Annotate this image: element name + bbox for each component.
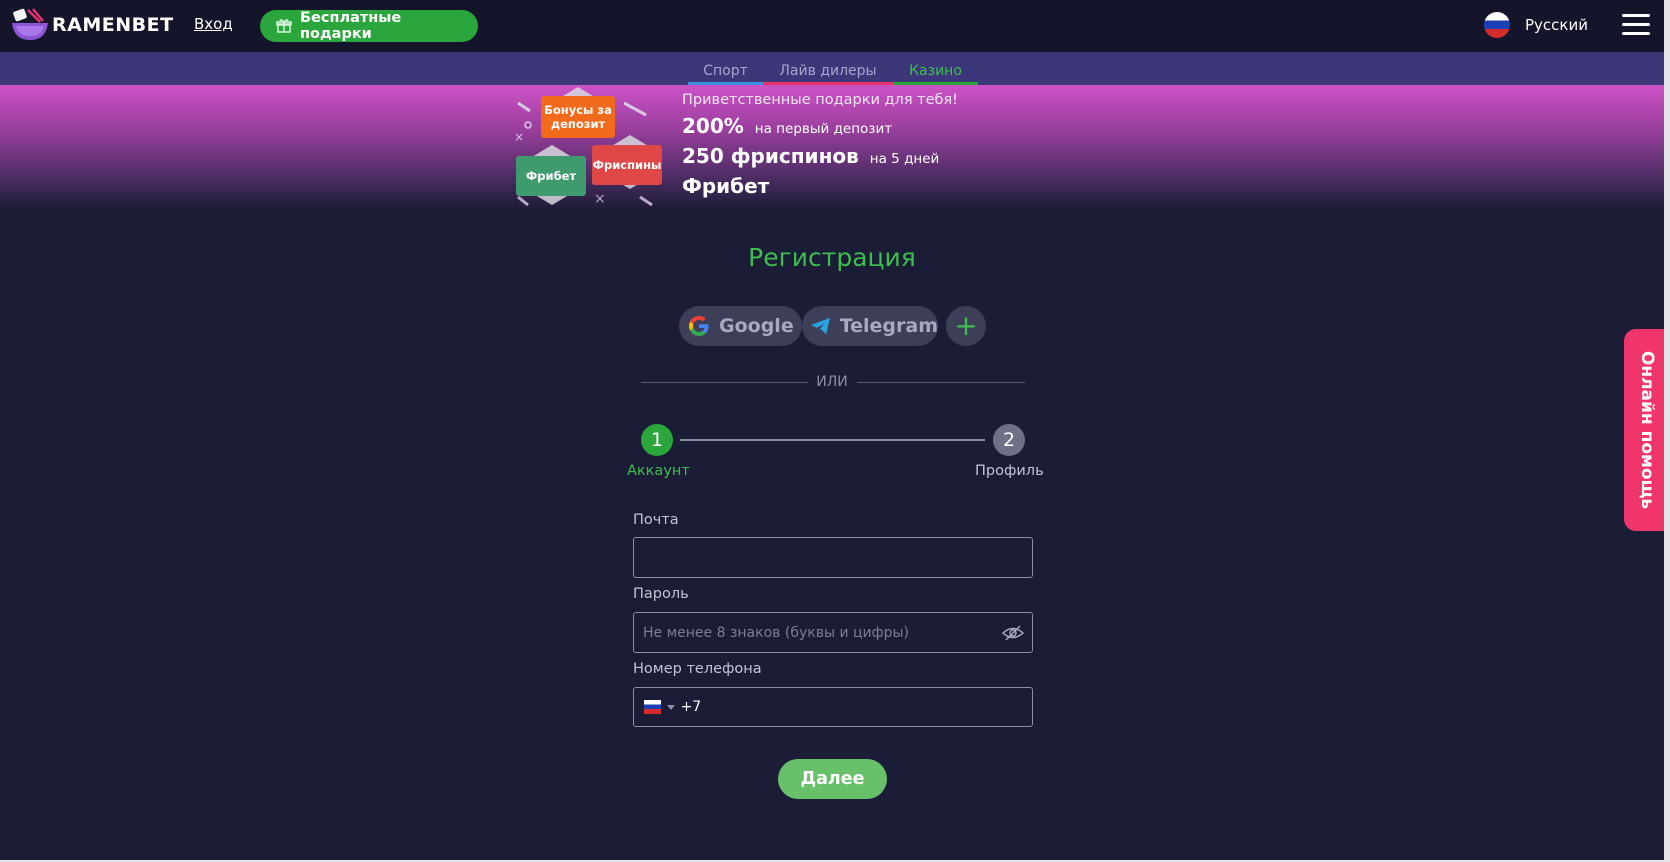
or-divider-right <box>857 382 1025 383</box>
tab-casino[interactable]: Казино <box>893 63 978 85</box>
login-link[interactable]: Вход <box>194 15 233 33</box>
page-scrollbar[interactable] <box>1664 0 1670 862</box>
eye-hidden-icon[interactable] <box>1002 624 1024 642</box>
phone-input[interactable] <box>701 688 1032 726</box>
banner-offer-2-value: 250 фриспинов <box>682 144 859 168</box>
step-2-circle: 2 <box>993 424 1025 456</box>
deposit-bonus-box: Бонусы за депозит <box>541 96 615 138</box>
email-input[interactable] <box>634 538 1032 577</box>
step-1-circle: 1 <box>641 424 673 456</box>
google-icon <box>689 316 709 336</box>
google-label: Google <box>719 315 794 337</box>
password-input[interactable] <box>634 613 1032 652</box>
banner-offer-3-value: Фрибет <box>682 174 770 198</box>
phone-country-code: +7 <box>680 699 702 715</box>
tab-live-dealers-label: Лайв дилеры <box>779 63 877 79</box>
chevron-down-icon[interactable] <box>666 704 675 710</box>
next-button[interactable]: Далее <box>778 759 887 799</box>
banner-offer-line-3: Фрибет <box>682 174 958 198</box>
telegram-login-button[interactable]: Telegram <box>802 306 938 346</box>
ramenbet-logo[interactable]: RAMENBET <box>10 8 174 42</box>
steps-connector <box>680 439 985 441</box>
bonus-graphic: × × Бонусы за депозит Фрибет Фриспины <box>512 85 662 210</box>
svg-text:×: × <box>594 191 606 207</box>
banner-offer-1-detail: на первый депозит <box>754 121 893 137</box>
logo-text: RAMENBET <box>52 14 174 36</box>
step-1-label: Аккаунт <box>627 463 690 479</box>
free-gifts-label: Бесплатные подарки <box>299 10 402 42</box>
telegram-label: Telegram <box>839 315 938 337</box>
password-label: Пароль <box>633 586 689 602</box>
more-socials-button[interactable]: + <box>946 306 986 346</box>
freebet-box: Фрибет <box>516 156 586 196</box>
tab-sport[interactable]: Спорт <box>688 63 763 85</box>
tab-live-dealers[interactable]: Лайв дилеры <box>763 63 893 85</box>
banner-offer-1-value: 200% <box>682 114 744 138</box>
banner-offer-2-detail: на 5 дней <box>869 151 940 167</box>
hamburger-menu-icon[interactable] <box>1622 14 1650 36</box>
phone-field[interactable]: +7 <box>633 687 1033 727</box>
svg-text:×: × <box>514 130 524 144</box>
step-2-label: Профиль <box>975 463 1044 479</box>
google-login-button[interactable]: Google <box>679 306 802 346</box>
online-help-label: Онлайн помощь <box>1637 350 1657 510</box>
banner-subtitle: Приветственные подарки для тебя! <box>682 92 958 108</box>
or-divider-left <box>641 382 808 383</box>
tab-sport-label: Спорт <box>703 63 748 79</box>
ramen-bowl-icon <box>10 8 50 42</box>
registration-title: Регистрация <box>748 243 916 272</box>
language-label: Русский <box>1525 16 1588 34</box>
banner-offer-line-1: 200% на первый депозит <box>682 114 958 138</box>
freespins-box: Фриспины <box>592 145 662 185</box>
banner-offer-text: Приветственные подарки для тебя! 200% на… <box>682 92 958 198</box>
tab-casino-label: Казино <box>909 63 962 79</box>
phone-label: Номер телефона <box>633 661 762 677</box>
telegram-icon <box>810 317 830 335</box>
password-field[interactable] <box>633 612 1033 653</box>
language-selector[interactable]: Русский <box>1484 12 1588 38</box>
russia-flag-icon <box>1484 12 1510 38</box>
section-tabs: Спорт Лайв дилеры Казино <box>0 52 1664 85</box>
russia-flag-icon[interactable] <box>644 700 661 714</box>
email-field[interactable] <box>633 537 1033 578</box>
email-label: Почта <box>633 512 679 528</box>
free-gifts-button[interactable]: Бесплатные подарки <box>260 10 478 42</box>
top-header: RAMENBET Вход Бесплатные подарки Русский <box>0 0 1670 52</box>
banner-offer-line-2: 250 фриспинов на 5 дней <box>682 144 958 168</box>
or-label: ИЛИ <box>816 374 848 390</box>
gift-icon <box>276 19 292 33</box>
